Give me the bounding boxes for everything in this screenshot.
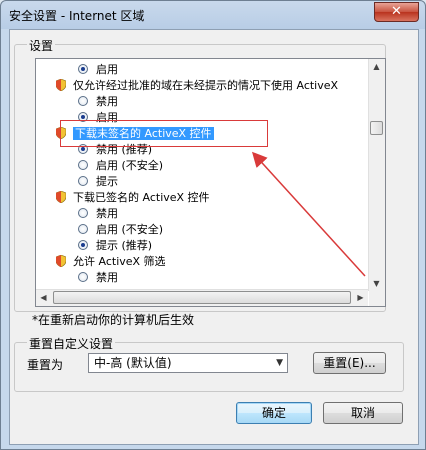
setting-category[interactable]: 仅允许经过批准的域在未经提示的情况下使用 ActiveX — [56, 78, 338, 94]
radio-option[interactable]: 启用 — [78, 62, 118, 78]
ok-button[interactable]: 确定 — [236, 402, 312, 424]
radio-selected-icon[interactable] — [78, 64, 88, 74]
radio-option[interactable]: 提示 — [78, 174, 118, 190]
settings-list[interactable]: 启用 仅允许经过批准的域在未经提示的情况下使用 ActiveX 禁用 启用 下载未签名的… — [35, 58, 386, 307]
radio-option-label: 提示 — [96, 175, 118, 188]
reset-group-label: 重置自定义设置 — [27, 335, 116, 352]
window-title: 安全设置 - Internet 区域 — [9, 9, 145, 23]
radio-unselected-icon[interactable] — [78, 224, 88, 234]
radio-option-label: 启用 (不安全) — [96, 223, 164, 236]
radio-option-label: 启用 (不安全) — [96, 159, 164, 172]
radio-option[interactable]: 禁用 — [78, 270, 118, 286]
radio-unselected-icon[interactable] — [78, 160, 88, 170]
radio-unselected-icon[interactable] — [78, 96, 88, 106]
radio-option-label: 禁用 — [96, 207, 118, 220]
shield-icon — [56, 255, 66, 267]
scroll-down-icon[interactable]: ▼ — [369, 276, 384, 291]
title-bar[interactable]: 安全设置 - Internet 区域 ✕ — [1, 1, 425, 29]
reset-to-label: 重置为 — [27, 358, 64, 372]
horizontal-scroll-thumb[interactable] — [53, 291, 351, 304]
radio-option[interactable]: 启用 (不安全) — [78, 158, 163, 174]
radio-unselected-icon[interactable] — [78, 272, 88, 282]
scroll-up-icon[interactable]: ▲ — [369, 59, 384, 74]
radio-option-label: 禁用 — [96, 95, 118, 108]
setting-category[interactable]: 下载已签名的 ActiveX 控件 — [56, 190, 210, 206]
cancel-button[interactable]: 取消 — [323, 402, 403, 424]
scroll-corner — [369, 290, 385, 306]
settings-group-label: 设置 — [27, 37, 56, 54]
setting-category-label: 下载已签名的 ActiveX 控件 — [73, 191, 210, 204]
radio-unselected-icon[interactable] — [78, 208, 88, 218]
restart-note: *在重新启动你的计算机后生效 — [32, 313, 195, 327]
radio-selected-icon[interactable] — [78, 240, 88, 250]
scroll-left-icon[interactable]: ◀ — [36, 290, 51, 305]
setting-category-label: 仅允许经过批准的域在未经提示的情况下使用 ActiveX — [73, 79, 339, 92]
radio-option-label: 启用 — [96, 63, 118, 76]
radio-option-label: 禁用 — [96, 271, 118, 284]
close-button[interactable]: ✕ — [374, 2, 419, 22]
radio-unselected-icon[interactable] — [78, 176, 88, 186]
horizontal-scrollbar[interactable]: ◀ ▶ — [36, 289, 368, 306]
settings-list-content: 启用 仅允许经过批准的域在未经提示的情况下使用 ActiveX 禁用 启用 下载未签名的… — [36, 59, 368, 291]
vertical-scroll-thumb[interactable] — [370, 121, 383, 135]
radio-option[interactable]: 禁用 — [78, 94, 118, 110]
reset-level-value: 中-高 (默认值) — [94, 356, 172, 370]
setting-category-label: 允许 ActiveX 筛选 — [73, 255, 166, 268]
chevron-down-icon[interactable]: ▼ — [276, 354, 283, 372]
scroll-right-icon[interactable]: ▶ — [353, 290, 368, 305]
reset-level-select[interactable]: 中-高 (默认值) ▼ — [88, 353, 288, 373]
radio-option[interactable]: 启用 (不安全) — [78, 222, 163, 238]
annotation-highlight-box — [60, 120, 268, 147]
vertical-scrollbar[interactable]: ▲ ▼ — [368, 59, 385, 291]
setting-category[interactable]: 允许 ActiveX 筛选 — [56, 254, 166, 270]
radio-option[interactable]: 禁用 — [78, 206, 118, 222]
radio-option[interactable]: 提示 (推荐) — [78, 238, 152, 254]
shield-icon — [56, 79, 66, 91]
shield-icon — [56, 191, 66, 203]
reset-button[interactable]: 重置(E)... — [313, 352, 386, 374]
radio-option-label: 提示 (推荐) — [96, 239, 153, 252]
